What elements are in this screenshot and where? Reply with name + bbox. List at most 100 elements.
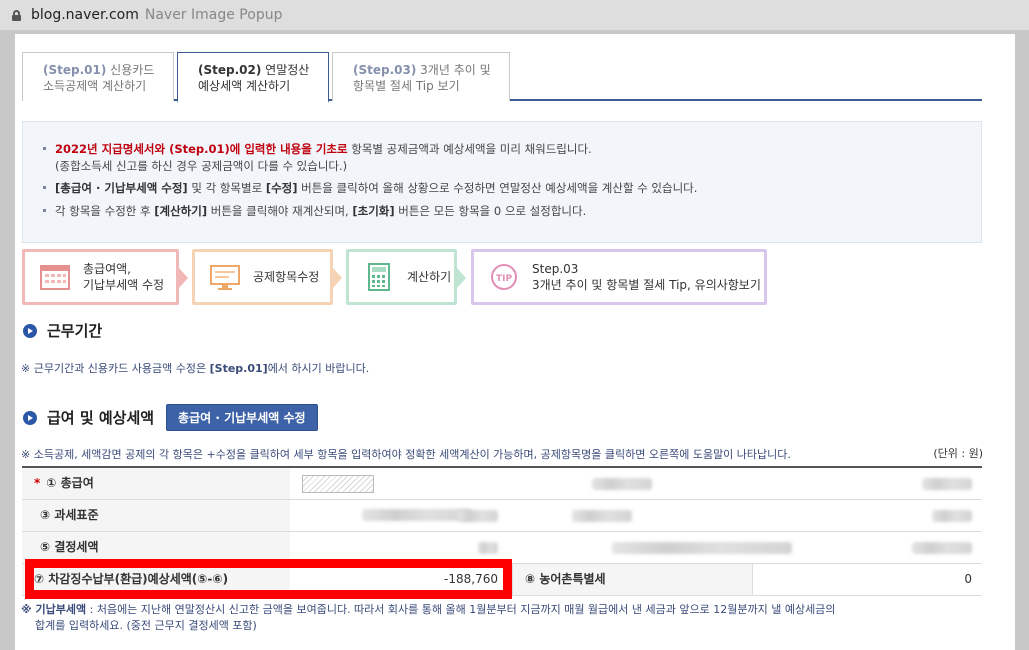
section-bullet-icon: [23, 323, 37, 338]
section-title: 급여 및 예상세액: [47, 409, 155, 427]
info-line-1: 2022년 지급명세서와 (Step.01)에 입력한 내용을 기초로 항목별 …: [43, 139, 981, 159]
row-label-text: ⑤ 결정세액: [40, 540, 99, 554]
calculator-icon: [363, 262, 395, 292]
url-domain[interactable]: blog.naver.com: [31, 7, 139, 23]
row-value: [290, 532, 512, 563]
unit-label: (단위 : 원): [933, 447, 983, 460]
tab-label: 연말정산: [265, 63, 310, 77]
table-row: ③ 과세표준: [22, 500, 982, 532]
tab-step-02[interactable]: (Step.02) 연말정산 예상세액 계산하기: [177, 52, 329, 103]
note-text: ※ 근무기간과 신용카드 사용금액 수정은: [21, 362, 210, 375]
tab-label: 소득공제액 계산하기: [43, 79, 147, 93]
note-text: 에서 하시기 바랍니다.: [267, 362, 370, 375]
row-label[interactable]: ③ 과세표준: [22, 500, 290, 531]
tab-label: 3개년 추이 및: [420, 63, 491, 77]
row-value-extra: [512, 532, 982, 563]
note-bold: [Step.01]: [209, 362, 268, 375]
info-text: 항목별 공제금액과 예상세액을 미리 채워드립니다.: [347, 142, 592, 156]
salary-note: ※ 소득공제, 세액감면 공제의 각 항목은 +수정을 클릭하여 세부 항목을 …: [21, 448, 791, 461]
section-salary: 급여 및 예상세액 총급여 · 기납부세액 수정: [23, 404, 318, 431]
page-content: (Step.01) 신용카드 소득공제액 계산하기 (Step.02) 연말정산…: [15, 34, 1015, 650]
blurred-value: [932, 509, 972, 522]
row-label[interactable]: ⑦ 차감징수납부(환급)예상세액(⑤-⑥): [22, 564, 290, 595]
bullet-icon: [43, 147, 46, 150]
row-label[interactable]: ⑤ 결정세액: [22, 532, 290, 563]
popup-title: Naver Image Popup: [144, 7, 283, 23]
info-bold: [계산하기]: [154, 204, 208, 218]
footnote-bold: ※ 기납부세액: [21, 603, 87, 616]
process-line: Step.03: [532, 262, 579, 276]
bullet-icon: [43, 209, 46, 212]
bullet-icon: [43, 186, 46, 189]
process-label: 공제항목수정: [253, 269, 319, 285]
blurred-value: [612, 541, 792, 554]
info-text: 버튼은 모든 항목을 0 으로 설정합니다.: [394, 204, 587, 218]
row-label[interactable]: * ① 총급여: [22, 468, 290, 499]
table-row: ⑦ 차감징수납부(환급)예상세액(⑤-⑥) -188,760 ⑧ 농어촌특별세 …: [22, 564, 982, 596]
tab-step-01[interactable]: (Step.01) 신용카드 소득공제액 계산하기: [22, 52, 174, 101]
process-step-calculate[interactable]: 계산하기: [346, 249, 466, 305]
info-highlight: 2022년 지급명세서와 (Step.01)에 입력한 내용을 기초로: [55, 142, 348, 156]
info-text: 버튼을 클릭해야 재계산되며,: [207, 204, 353, 218]
tab-step-number: (Step.01): [43, 63, 107, 77]
monitor-icon: [209, 262, 241, 292]
tax-table: * ① 총급여 ③ 과세표준 ⑤ 결정세액 ⑦ 차감징수납부(환급)예상세액(⑤-…: [22, 466, 982, 596]
edit-salary-button[interactable]: 총급여 · 기납부세액 수정: [166, 404, 318, 431]
process-step-deductions[interactable]: 공제항목수정: [192, 249, 342, 305]
info-line-3: 각 항목을 수정한 후 [계산하기] 버튼을 클릭해야 재계산되며, [초기화]…: [43, 201, 981, 221]
tab-label: 항목별 절세 Tip 보기: [353, 79, 460, 93]
process-label: 계산하기: [407, 269, 451, 285]
process-step-tips[interactable]: TIP Step.03 3개년 추이 및 항목별 절세 Tip, 유의사항보기: [471, 249, 767, 305]
section-work-period: 근무기간: [23, 320, 102, 341]
process-label: Step.03 3개년 추이 및 항목별 절세 Tip, 유의사항보기: [532, 261, 761, 293]
row-label[interactable]: ⑧ 농어촌특별세: [512, 564, 752, 595]
table-row: * ① 총급여: [22, 468, 982, 521]
required-mark: *: [34, 476, 41, 490]
blurred-value: [922, 477, 972, 490]
step-tabs: (Step.01) 신용카드 소득공제액 계산하기 (Step.02) 연말정산…: [22, 52, 982, 103]
tab-step-03[interactable]: (Step.03) 3개년 추이 및 항목별 절세 Tip 보기: [332, 52, 510, 101]
blurred-value: [458, 509, 498, 522]
info-bold: [총급여 · 기납부세액 수정]: [55, 181, 188, 195]
row-value-extra: [512, 468, 982, 499]
blurred-value: [478, 541, 498, 554]
info-line-2: [총급여 · 기납부세액 수정] 및 각 항목별로 [수정] 버튼을 클릭하여 …: [43, 178, 981, 198]
footnote: ※ 기납부세액 : 처음에는 지난해 연말정산시 신고한 금액을 보여줍니다. …: [21, 602, 835, 634]
blurred-value: [572, 509, 632, 522]
info-text: 및 각 항목별로: [187, 181, 266, 195]
hatched-field: [302, 474, 374, 493]
rural-tax-value: 0: [752, 564, 982, 595]
process-line: 기납부세액 수정: [83, 278, 165, 292]
browser-bar: blog.naver.com Naver Image Popup: [0, 0, 1029, 30]
process-line: 계산하기: [407, 270, 452, 284]
arrow-icon: [457, 268, 466, 288]
arrow-icon: [333, 268, 342, 288]
info-box: 2022년 지급명세서와 (Step.01)에 입력한 내용을 기초로 항목별 …: [22, 121, 982, 243]
info-subnote: (종합소득세 신고를 하신 경우 공제금액이 다를 수 있습니다.): [55, 159, 348, 173]
row-value: [290, 468, 512, 521]
blurred-value: [912, 541, 972, 554]
refund-estimate-value: -188,760: [444, 572, 498, 586]
row-label-text: ① 총급여: [46, 476, 94, 490]
work-period-note: ※ 근무기간과 신용카드 사용금액 수정은 [Step.01]에서 하시기 바랍…: [21, 360, 369, 376]
info-text: 버튼을 클릭하여 올해 상황으로 수정하면 연말정산 예상세액을 계산할 수 있…: [297, 181, 698, 195]
process-step-salary[interactable]: 총급여액, 기납부세액 수정: [22, 249, 188, 305]
process-line: 총급여액,: [83, 262, 131, 276]
svg-text:TIP: TIP: [496, 274, 512, 284]
process-line: 3개년 추이 및 항목별 절세 Tip, 유의사항보기: [532, 278, 761, 292]
footnote-text: 합계를 입력하세요. (중전 근무지 결정세액 포함): [35, 619, 257, 632]
info-bold: [초기화]: [352, 204, 395, 218]
lock-icon: [12, 9, 21, 21]
process-line: 공제항목수정: [253, 270, 320, 284]
process-label: 총급여액, 기납부세액 수정: [83, 261, 164, 293]
tab-label: 예상세액 계산하기: [198, 79, 291, 93]
table-row: ⑤ 결정세액: [22, 532, 982, 564]
info-bold: [수정]: [265, 181, 298, 195]
arrow-icon: [179, 268, 188, 288]
row-value-extra: [512, 500, 982, 531]
tip-icon: TIP: [488, 262, 520, 292]
section-bullet-icon: [23, 410, 37, 425]
tab-step-number: (Step.03): [353, 63, 417, 77]
tab-step-number: (Step.02): [198, 63, 262, 77]
info-text: 각 항목을 수정한 후: [55, 204, 155, 218]
